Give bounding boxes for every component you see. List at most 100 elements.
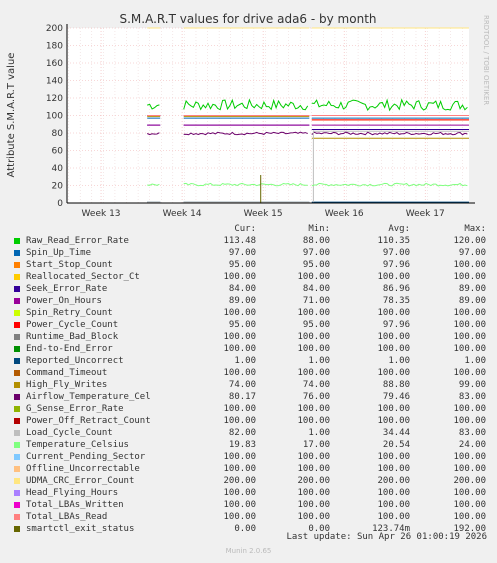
legend-swatch <box>14 394 20 400</box>
legend-min-value: 97.00 <box>302 248 330 258</box>
legend-series-name: Temperature_Celsius <box>26 440 129 450</box>
legend-swatch <box>14 322 20 328</box>
last-update: Last update: Sun Apr 26 01:00:19 2026 <box>286 532 487 542</box>
legend-cur-value: 1.00 <box>234 356 256 366</box>
legend-avg-value: 97.96 <box>382 260 410 270</box>
y-tick-label: 0 <box>57 199 63 209</box>
legend-min-value: 1.00 <box>308 356 330 366</box>
legend-cur-value: 0.00 <box>234 524 256 534</box>
y-tick-labels: 0 20 40 60 80 100 120 140 160 180 200 <box>46 24 63 209</box>
chart-area: S.M.A.R.T values for drive ada6 - by mon… <box>6 12 490 219</box>
legend-cur-value: 100.00 <box>223 512 256 522</box>
legend-max-value: 24.00 <box>458 440 486 450</box>
legend-avg-value: 88.80 <box>382 380 410 390</box>
legend-row: Head_Flying_Hours 100.00 100.00 100.00 100.0… <box>14 487 492 499</box>
legend-cur-value: 95.00 <box>228 260 256 270</box>
legend-min-value: 100.00 <box>297 464 330 474</box>
legend-min-value: 100.00 <box>297 272 330 282</box>
legend-cur-value: 84.00 <box>228 284 256 294</box>
legend-avg-value: 1.00 <box>388 356 410 366</box>
legend-swatch <box>14 430 20 436</box>
legend-series-name: Head_Flying_Hours <box>26 488 119 498</box>
legend-series-name: Power_Off_Retract_Count <box>26 416 151 426</box>
legend-series-name: Airflow_Temperature_Cel <box>26 392 151 402</box>
legend-max-value: 83.00 <box>458 428 486 438</box>
legend-min-value: 100.00 <box>297 308 330 318</box>
legend-cur-value: 97.00 <box>228 248 256 258</box>
legend-row: High_Fly_Writes 74.00 74.00 88.80 99.00 <box>14 379 492 391</box>
legend-max-value: 120.00 <box>453 236 486 246</box>
legend-avg-value: 110.35 <box>377 236 410 246</box>
legend-row: UDMA_CRC_Error_Count 200.00 200.00 200.00 20… <box>14 475 492 487</box>
y-tick-label: 60 <box>52 147 64 157</box>
legend-cur-value: 89.00 <box>228 296 256 306</box>
y-tick-label: 80 <box>52 129 64 139</box>
legend-avg-value: 97.00 <box>382 248 410 258</box>
legend-row: Offline_Uncorrectable 100.00 100.00 100.00 1… <box>14 463 492 475</box>
legend-cur-value: 100.00 <box>223 332 256 342</box>
legend-series-name: Seek_Error_Rate <box>26 284 108 294</box>
legend-series-name: Spin_Up_Time <box>26 248 92 258</box>
y-tick-label: 140 <box>46 77 63 87</box>
legend-cur-value: 100.00 <box>223 308 256 318</box>
legend-max-value: 100.00 <box>453 452 486 462</box>
legend-cur-value: 100.00 <box>223 272 256 282</box>
legend-swatch <box>14 370 20 376</box>
legend-row: Airflow_Temperature_Cel 80.17 76.00 79.46 83… <box>14 391 492 403</box>
legend-max-value: 100.00 <box>453 308 486 318</box>
legend-cur-value: 100.00 <box>223 488 256 498</box>
legend-series-name: Command_Timeout <box>26 368 108 378</box>
legend-max-value: 100.00 <box>453 500 486 510</box>
legend-max-value: 100.00 <box>453 488 486 498</box>
legend-series-name: Power_Cycle_Count <box>26 320 119 330</box>
legend-row: Reported_Uncorrect 1.00 1.00 1.00 1.00 <box>14 355 492 367</box>
legend-max-value: 100.00 <box>453 368 486 378</box>
legend-swatch <box>14 382 20 388</box>
legend-avg-value: 100.00 <box>377 452 410 462</box>
legend-series-name: Total_LBAs_Written <box>26 500 124 510</box>
legend-swatch <box>14 238 20 244</box>
legend-cur-value: 113.48 <box>223 236 256 246</box>
legend-cur-value: 200.00 <box>223 476 256 486</box>
legend-max-value: 100.00 <box>453 464 486 474</box>
legend-series-name: Reported_Uncorrect <box>26 356 124 366</box>
legend-swatch <box>14 526 20 532</box>
legend-min-value: 100.00 <box>297 368 330 378</box>
legend-avg-value: 34.44 <box>382 428 410 438</box>
legend-max-value: 100.00 <box>453 344 486 354</box>
legend-min-value: 95.00 <box>302 320 330 330</box>
legend-min-value: 1.00 <box>308 428 330 438</box>
legend-series-name: High_Fly_Writes <box>26 380 108 390</box>
legend-row: Total_LBAs_Read 100.00 100.00 100.00 100.00 <box>14 511 492 523</box>
legend-max-value: 100.00 <box>453 260 486 270</box>
legend-swatch <box>14 418 20 424</box>
legend: Cur: Min: Avg: Max: Raw_Read_Error_Rate 1… <box>14 223 492 535</box>
legend-swatch <box>14 490 20 496</box>
y-tick-label: 100 <box>46 112 63 122</box>
legend-row: Reallocated_Sector_Ct 100.00 100.00 100.00 1… <box>14 271 492 283</box>
legend-avg-value: 100.00 <box>377 500 410 510</box>
legend-max-value: 99.00 <box>458 380 486 390</box>
legend-min-value: 88.00 <box>302 236 330 246</box>
legend-row: Load_Cycle_Count 82.00 1.00 34.44 83.00 <box>14 427 492 439</box>
legend-row: Runtime_Bad_Block 100.00 100.00 100.00 100.0… <box>14 331 492 343</box>
legend-cur-value: 100.00 <box>223 404 256 414</box>
legend-avg-value: 79.46 <box>382 392 410 402</box>
legend-swatch <box>14 286 20 292</box>
legend-max-value: 83.00 <box>458 392 486 402</box>
legend-cur-value: 95.00 <box>228 320 256 330</box>
legend-series-name: Power_On_Hours <box>26 296 102 306</box>
legend-row: Total_LBAs_Written 100.00 100.00 100.00 100.… <box>14 499 492 511</box>
legend-min-value: 74.00 <box>302 380 330 390</box>
legend-row: Current_Pending_Sector 100.00 100.00 100.00… <box>14 451 492 463</box>
legend-avg-value: 20.54 <box>382 440 410 450</box>
legend-swatch <box>14 346 20 352</box>
legend-cur-value: 74.00 <box>228 380 256 390</box>
legend-rows: Raw_Read_Error_Rate 113.48 88.00 110.35 120.… <box>14 235 492 535</box>
legend-swatch <box>14 334 20 340</box>
legend-min-value: 200.00 <box>297 476 330 486</box>
legend-avg-value: 100.00 <box>377 308 410 318</box>
legend-series-name: G_Sense_Error_Rate <box>26 404 124 414</box>
legend-swatch <box>14 478 20 484</box>
legend-series-name: End-to-End_Error <box>26 344 113 354</box>
